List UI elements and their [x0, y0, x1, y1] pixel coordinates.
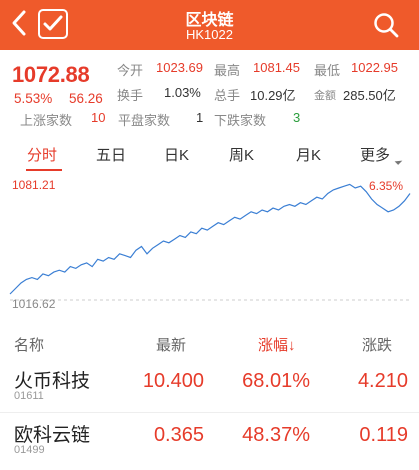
index-code: HK1022 [186, 27, 233, 42]
stock-change-amt: 0.119 [359, 424, 408, 446]
stock-latest: 10.400 [142, 370, 204, 392]
up-count: 10 [91, 110, 106, 125]
open-value: 1023.69 [156, 60, 203, 75]
turnover-value: 1.03% [164, 85, 201, 100]
stock-name: 欧科云链 [14, 425, 91, 446]
list-item[interactable]: 火币科技 01611 10.400 68.01% 4.210 [0, 360, 419, 412]
high-value: 1081.45 [253, 60, 300, 75]
down-count: 3 [293, 110, 301, 125]
low-value: 1022.95 [351, 60, 398, 75]
volume-label: 总手 [214, 88, 241, 103]
row-divider [0, 412, 419, 413]
amount-value: 285.50亿 [343, 88, 396, 103]
constituents-header: 名称 最新 涨幅↓ 涨跌 [0, 328, 419, 358]
price-line [9, 183, 411, 295]
list-item[interactable]: 欧科云链 01499 0.365 48.37% 0.119 [0, 414, 419, 466]
tab-weekly-k[interactable]: 周K [229, 144, 254, 165]
top-header: 区块链 HK1022 [0, 0, 419, 50]
change-amount: 56.26 [69, 91, 103, 106]
sort-desc-arrow-icon: ↓ [288, 337, 296, 354]
tab-more[interactable]: 更多 [360, 144, 390, 165]
volume-value: 10.29亿 [250, 88, 296, 103]
stock-change-amt: 4.210 [357, 370, 408, 392]
high-label: 最高 [214, 63, 241, 78]
stock-name: 火币科技 [14, 371, 91, 392]
down-count-label: 下跌家数 [214, 113, 267, 128]
y-min-label: 1016.62 [12, 297, 56, 311]
tab-intraday[interactable]: 分时 [27, 144, 57, 165]
stock-latest: 0.365 [153, 424, 204, 446]
amount-label: 金额 [314, 90, 336, 102]
col-change-pct-label: 涨幅 [258, 337, 289, 354]
change-percent: 5.53% [14, 91, 53, 106]
up-count-label: 上涨家数 [20, 113, 73, 128]
open-label: 今开 [117, 63, 144, 78]
col-change-pct[interactable]: 涨幅↓ [258, 334, 296, 355]
stock-change-pct: 68.01% [242, 370, 310, 392]
stock-change-pct: 48.37% [242, 424, 310, 446]
flat-count-label: 平盘家数 [118, 113, 171, 128]
tab-monthly-k[interactable]: 月K [296, 144, 321, 165]
active-tab-indicator [26, 169, 62, 171]
intraday-chart[interactable] [0, 174, 419, 314]
turnover-label: 换手 [117, 88, 144, 103]
low-label: 最低 [314, 63, 341, 78]
search-icon[interactable] [371, 10, 401, 40]
col-change-amt[interactable]: 涨跌 [362, 334, 392, 355]
tab-daily-k[interactable]: 日K [164, 144, 189, 165]
col-latest[interactable]: 最新 [156, 334, 186, 355]
flat-count: 1 [196, 110, 204, 125]
chart-change-label: 6.35% [369, 179, 404, 193]
stock-code: 01499 [14, 444, 45, 456]
last-price: 1072.88 [12, 62, 90, 87]
tab-five-day[interactable]: 五日 [96, 144, 126, 165]
stock-code: 01611 [14, 390, 44, 402]
period-tabs: 分时 五日 日K 周K 月K 更多 [0, 140, 419, 171]
col-name: 名称 [14, 337, 45, 354]
chart-canvas [9, 183, 411, 301]
y-max-label: 1081.21 [12, 178, 56, 192]
